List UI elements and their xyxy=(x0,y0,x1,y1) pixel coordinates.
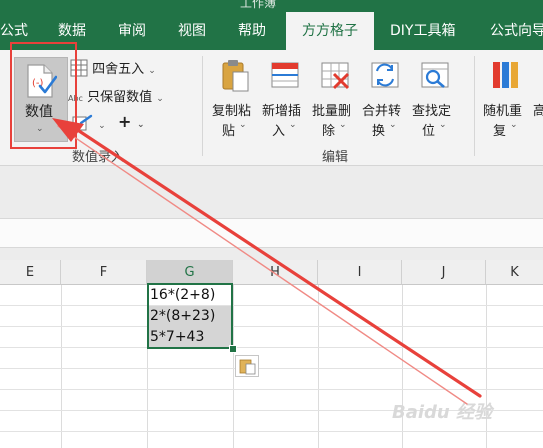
chevron-down-icon: ⌄ xyxy=(389,120,397,130)
chevron-down-icon: ⌄ xyxy=(289,120,297,130)
grid-line xyxy=(233,285,234,448)
selection-border xyxy=(147,283,233,349)
merge-convert-icon xyxy=(371,62,399,88)
find-locate-label-line1: 查找定 xyxy=(412,104,452,119)
insert-label-line1: 新增插 xyxy=(262,104,302,119)
group-label-edit: 编辑 xyxy=(322,150,349,165)
merge-convert-label-line2: 换 xyxy=(372,124,386,139)
chevron-down-icon: ⌄ xyxy=(148,66,156,76)
column-header-h[interactable]: H xyxy=(233,260,318,285)
batch-delete-label-line2: 除 xyxy=(322,124,336,139)
insert-label-line2: 入 xyxy=(272,124,286,139)
fill-tools-button[interactable]: ⌄ xyxy=(72,114,106,132)
copy-paste-label-line1: 复制粘 xyxy=(212,104,252,119)
chevron-down-icon: ⌄ xyxy=(439,120,447,130)
tab-review[interactable]: 审阅 xyxy=(118,12,146,50)
batch-delete-button[interactable]: 批量删 除 ⌄ xyxy=(312,56,360,146)
column-header-k[interactable]: K xyxy=(486,260,543,285)
grid-line xyxy=(0,368,543,369)
copy-paste-button[interactable]: 复制粘 贴 ⌄ xyxy=(212,56,260,146)
tab-help[interactable]: 帮助 xyxy=(238,12,266,50)
batch-delete-label-line1: 批量删 xyxy=(312,104,352,119)
find-icon xyxy=(421,62,449,88)
grid-line xyxy=(0,326,543,327)
keep-value-button[interactable]: Abc 只保留数值 ⌄ xyxy=(68,86,164,105)
ribbon-tab-bar: 公式 数据 审阅 视图 帮助 方方格子 DIY工具箱 公式向导 xyxy=(0,12,543,50)
tab-formula-wizard[interactable]: 公式向导 xyxy=(490,12,543,50)
watermark: Baidu 经验 xyxy=(392,402,493,423)
random-bars-icon xyxy=(493,62,518,88)
grid-line xyxy=(318,285,319,448)
tab-view[interactable]: 视图 xyxy=(178,12,206,50)
random-repeat-label-line2: 复 xyxy=(493,124,507,139)
ribbon-panel: (-) 数值 ⌄ 四舍五入 ⌄ Abc 只保留数值 ⌄ ⌄ + ⌄ 数值录入 复… xyxy=(0,50,543,166)
truncated-button-label[interactable]: 高 xyxy=(533,100,543,119)
column-header-j[interactable]: J xyxy=(402,260,486,285)
copy-paste-label-line2: 贴 xyxy=(222,124,236,139)
chevron-down-icon: ⌄ xyxy=(510,120,518,130)
grid-line xyxy=(0,431,543,432)
column-header-e[interactable]: E xyxy=(0,260,61,285)
formula-bar[interactable] xyxy=(0,218,543,248)
group-label-numeric-entry: 数值录入 xyxy=(72,150,125,165)
random-repeat-button[interactable]: 随机重 复 ⌄ xyxy=(483,56,531,146)
merge-convert-button[interactable]: 合并转 换 ⌄ xyxy=(362,56,410,146)
delete-grid-icon xyxy=(321,62,350,90)
paste-options-icon xyxy=(239,359,256,375)
column-header-f[interactable]: F xyxy=(61,260,147,285)
paste-options-button[interactable] xyxy=(235,355,259,377)
grid-line xyxy=(61,285,62,448)
chevron-down-icon: ⌄ xyxy=(98,121,106,131)
grid-line xyxy=(0,389,543,390)
chevron-down-icon: ⌄ xyxy=(136,120,145,130)
plus-button[interactable]: + ⌄ xyxy=(118,112,145,131)
annotation-highlight-box xyxy=(10,42,77,149)
formula-area xyxy=(0,166,543,260)
insert-button[interactable]: 新增插 入 ⌄ xyxy=(262,56,310,146)
grid-line xyxy=(0,305,543,306)
round-label: 四舍五入 xyxy=(92,62,145,77)
grid-line xyxy=(0,347,543,348)
find-locate-button[interactable]: 查找定 位 ⌄ xyxy=(412,56,460,146)
column-header-g[interactable]: G xyxy=(147,260,233,285)
chevron-down-icon: ⌄ xyxy=(156,94,164,104)
clipboard-icon xyxy=(222,60,249,92)
column-header-i[interactable]: I xyxy=(318,260,402,285)
tab-fangfang[interactable]: 方方格子 xyxy=(286,12,374,50)
find-locate-label-line2: 位 xyxy=(422,124,436,139)
group-divider xyxy=(474,56,475,156)
random-repeat-label-line1: 随机重 xyxy=(483,104,523,119)
round-button[interactable]: 四舍五入 ⌄ xyxy=(70,58,156,77)
title-bar: 工作簿 xyxy=(0,0,543,12)
keep-value-label: 只保留数值 xyxy=(87,90,153,105)
chevron-down-icon: ⌄ xyxy=(339,120,347,130)
group-divider xyxy=(202,56,203,156)
chevron-down-icon: ⌄ xyxy=(239,120,247,130)
plus-label: + xyxy=(118,112,132,131)
insert-rows-icon xyxy=(271,62,299,88)
window-title: 工作簿 xyxy=(240,0,277,10)
merge-convert-label-line1: 合并转 xyxy=(362,104,402,119)
tab-diy-toolbox[interactable]: DIY工具箱 xyxy=(390,12,455,50)
fill-handle[interactable] xyxy=(229,345,237,353)
